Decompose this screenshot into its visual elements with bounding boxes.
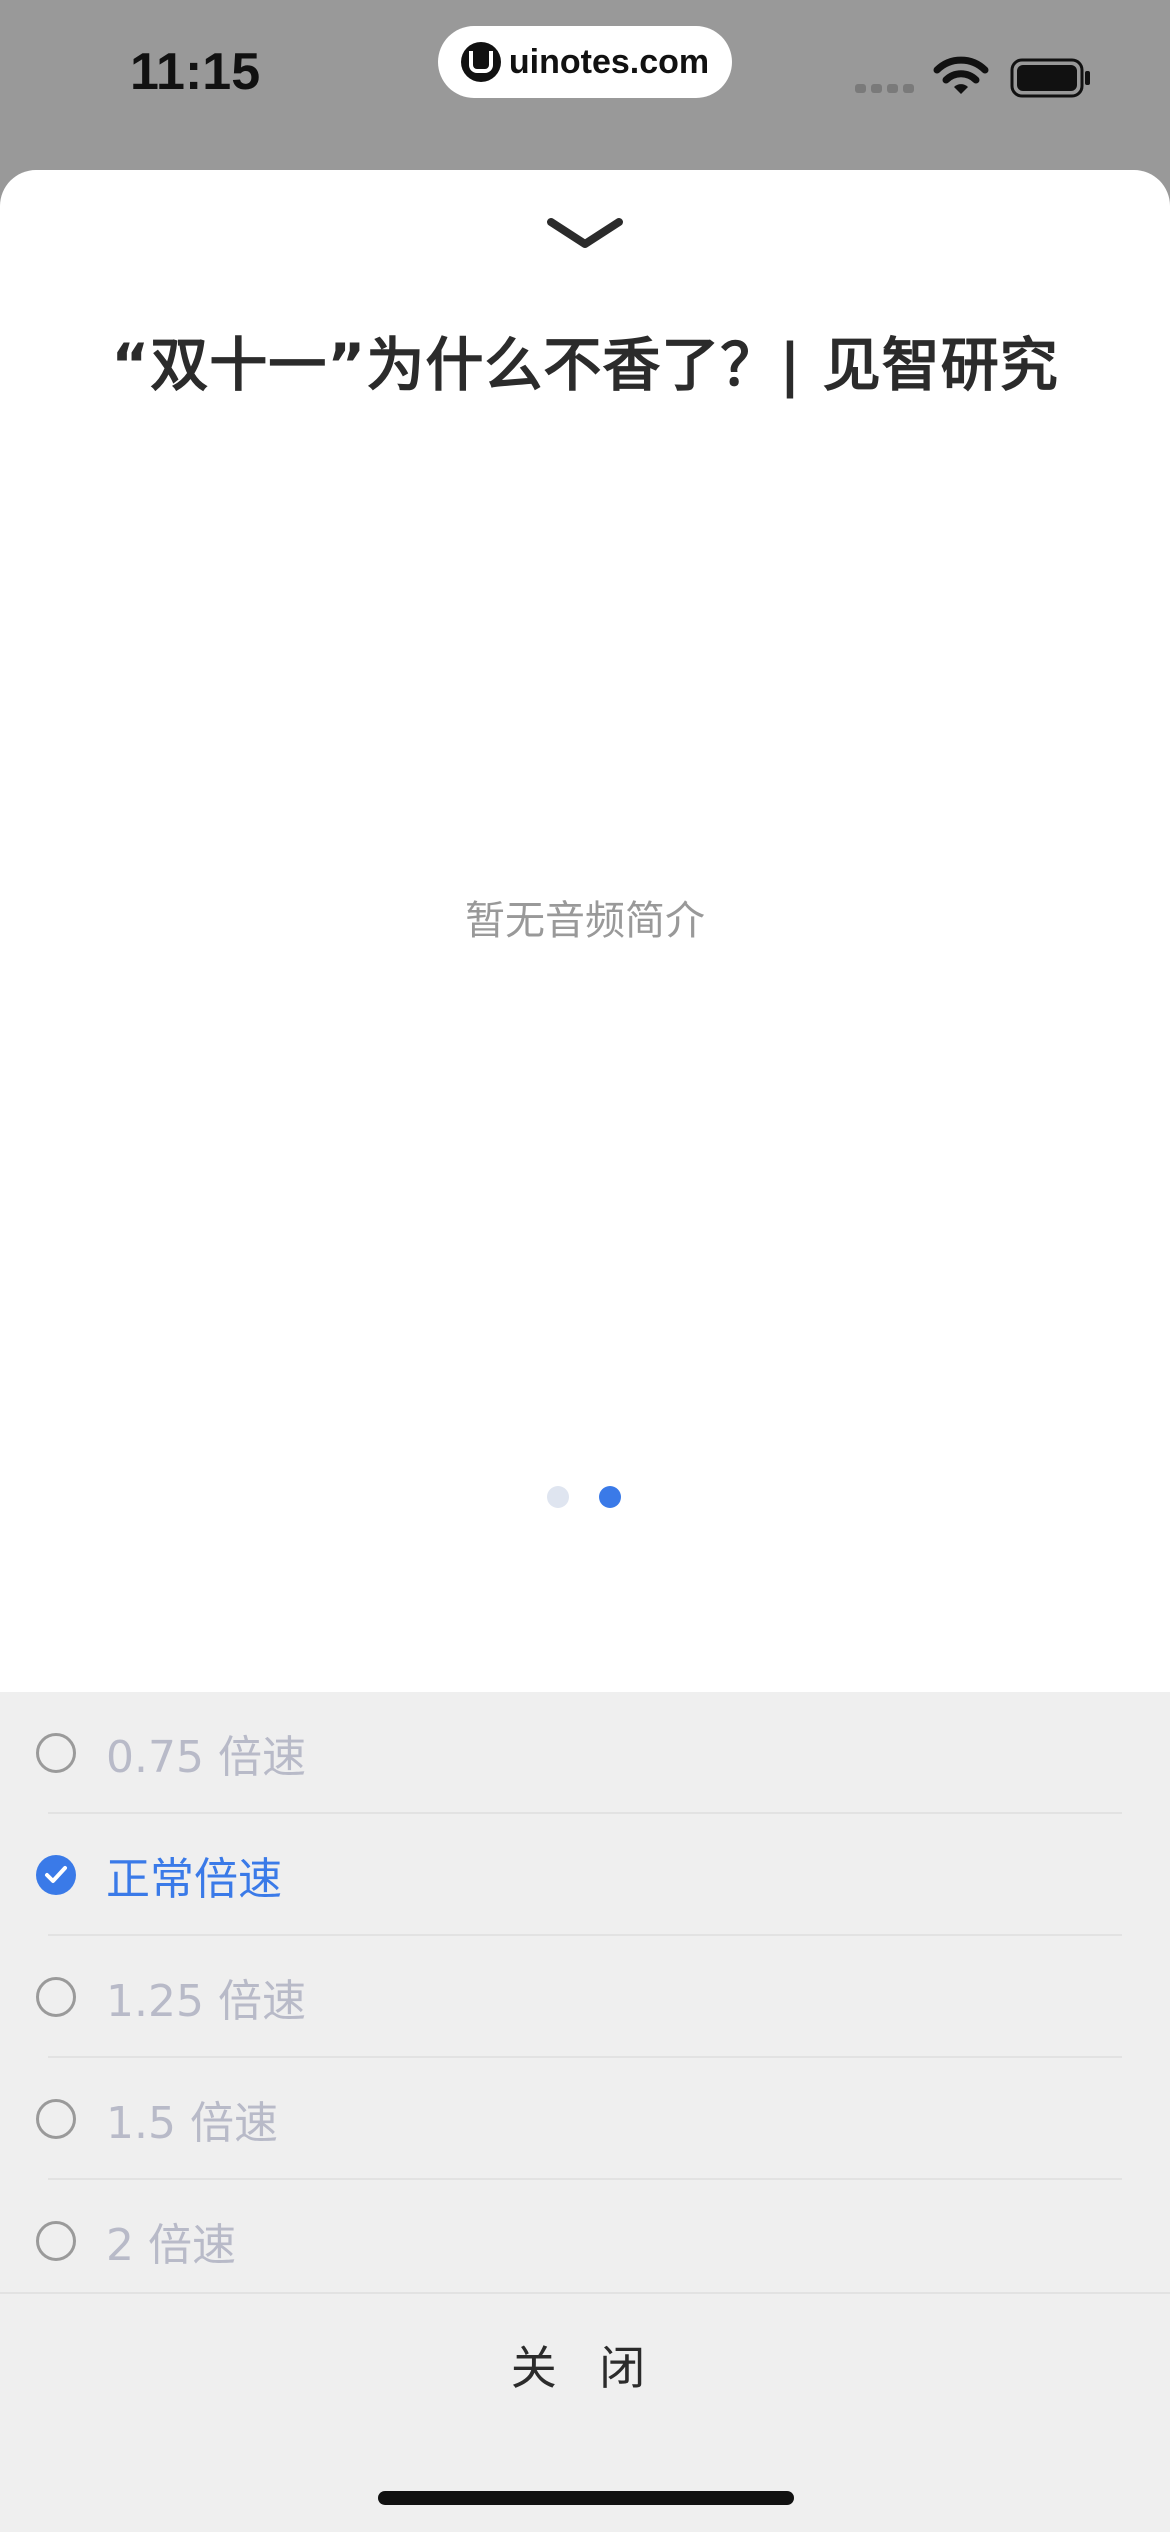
status-bar: 11:15 uinotes.com <box>0 0 1170 170</box>
audio-detail-sheet: “双十一”为什么不香了？| 见智研究 暂无音频简介 0.75 倍速 正常倍速 1… <box>0 170 1170 2532</box>
url-text: uinotes.com <box>508 42 710 81</box>
home-indicator[interactable] <box>378 2491 794 2505</box>
speed-option-normal[interactable]: 正常倍速 <box>0 1814 1170 1936</box>
status-time: 11:15 <box>130 43 261 101</box>
speed-option-label: 0.75 倍速 <box>106 1732 306 1783</box>
radio-unchecked-icon[interactable] <box>36 2221 76 2261</box>
audio-title: “双十一”为什么不香了？| 见智研究 <box>111 331 1059 399</box>
speed-option-1.25[interactable]: 1.25 倍速 <box>0 1936 1170 2058</box>
speed-option-label: 1.5 倍速 <box>106 2098 278 2149</box>
speed-option-2[interactable]: 2 倍速 <box>0 2180 1170 2302</box>
page-indicator <box>547 1486 621 1508</box>
radio-unchecked-icon[interactable] <box>36 2099 76 2139</box>
url-pill[interactable]: uinotes.com <box>438 26 732 98</box>
page-dot-1[interactable] <box>547 1486 569 1508</box>
speed-option-label: 2 倍速 <box>106 2220 236 2271</box>
speed-option-label: 1.25 倍速 <box>106 1976 306 2027</box>
radio-checked-icon[interactable] <box>36 1855 76 1895</box>
signal-icon <box>855 84 914 93</box>
close-button[interactable]: 关 闭 <box>0 2332 1170 2398</box>
battery-icon <box>1010 58 1090 98</box>
empty-description-text: 暂无音频简介 <box>465 898 705 944</box>
speed-option-0.75[interactable]: 0.75 倍速 <box>0 1692 1170 1814</box>
page-dot-2[interactable] <box>599 1486 621 1508</box>
speed-option-1.5[interactable]: 1.5 倍速 <box>0 2058 1170 2180</box>
speed-option-label: 正常倍速 <box>106 1854 282 1905</box>
chevron-down-icon[interactable] <box>545 214 625 254</box>
site-logo-icon <box>460 42 501 82</box>
wifi-icon <box>933 56 989 94</box>
radio-unchecked-icon[interactable] <box>36 1733 76 1773</box>
radio-unchecked-icon[interactable] <box>36 1977 76 2017</box>
